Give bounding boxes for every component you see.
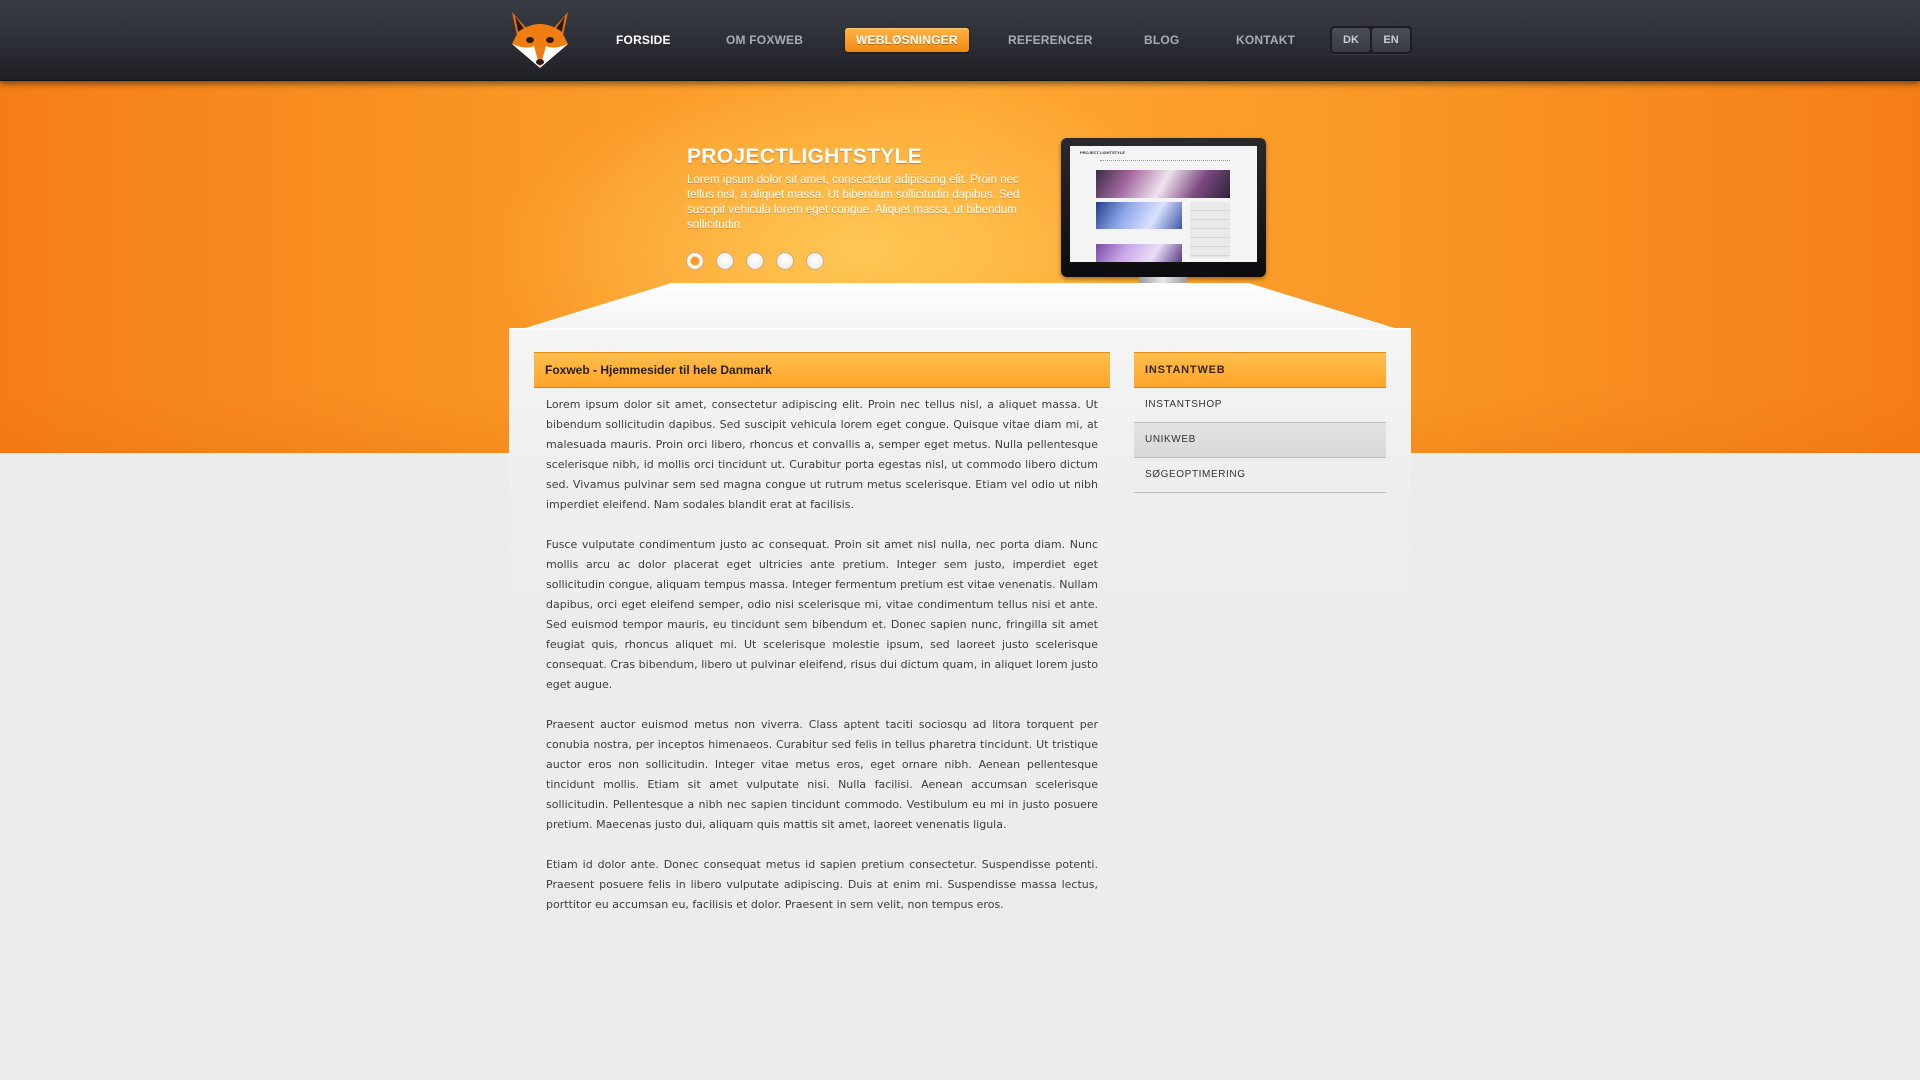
monitor-frame: PROJECT LIGHTSTYLE	[1061, 138, 1266, 277]
slider-dot-2[interactable]	[716, 252, 734, 270]
monitor-screen: PROJECT LIGHTSTYLE	[1070, 146, 1257, 262]
article-paragraph: Etiam id dolor ante. Donec consequat met…	[546, 858, 1098, 911]
article-paragraph: Praesent auctor euismod metus non viverr…	[546, 718, 1098, 831]
article-paragraph: Fusce vulputate condimentum justo ac con…	[546, 538, 1098, 691]
main-heading: Foxweb - Hjemmesider til hele Danmark	[534, 352, 1110, 388]
nav-forside[interactable]: FORSIDE	[616, 28, 671, 52]
nav-kontakt[interactable]: KONTAKT	[1236, 28, 1295, 52]
screen-sidebar	[1190, 202, 1230, 258]
sidebar-item-unikweb[interactable]: UNIKWEB	[1134, 423, 1386, 458]
language-dk-button[interactable]: DK	[1332, 28, 1370, 52]
sidebar-heading-instantweb[interactable]: INSTANTWEB	[1134, 352, 1386, 388]
screen-thumbnail-image	[1096, 202, 1182, 229]
slider-pagination	[686, 252, 824, 270]
sidebar-item-sogeoptimering[interactable]: SØGEOPTIMERING	[1134, 458, 1386, 493]
slider-dot-4[interactable]	[776, 252, 794, 270]
screen-banner-image	[1096, 170, 1230, 198]
main-article: Lorem ipsum dolor sit amet, consectetur …	[546, 395, 1098, 935]
page: FORSIDE OM FOXWEB WEBLØSNINGER REFERENCE…	[0, 0, 1920, 1080]
slider-dot-3[interactable]	[746, 252, 764, 270]
language-en-button[interactable]: EN	[1372, 28, 1410, 52]
sidebar-item-instantshop[interactable]: INSTANTSHOP	[1134, 388, 1386, 423]
screen-nav	[1100, 160, 1230, 163]
slider-dot-1[interactable]	[686, 252, 704, 270]
hero-description: Lorem ipsum dolor sit amet, consectetur …	[687, 174, 1020, 231]
language-switcher: DK EN	[1330, 26, 1412, 54]
nav-weblosninger[interactable]: WEBLØSNINGER	[845, 28, 969, 52]
fox-logo-icon[interactable]	[508, 10, 572, 70]
article-paragraph: Lorem ipsum dolor sit amet, consectetur …	[546, 398, 1098, 511]
top-navigation-bar: FORSIDE OM FOXWEB WEBLØSNINGER REFERENCE…	[0, 0, 1920, 81]
screen-site-title: PROJECT LIGHTSTYLE	[1080, 150, 1125, 155]
screen-thumbnail-image	[1096, 244, 1182, 262]
nav-blog[interactable]: BLOG	[1144, 28, 1179, 52]
hero-title: PROJECTLIGHTSTYLE	[687, 145, 922, 168]
nav-referencer[interactable]: REFERENCER	[1008, 28, 1093, 52]
slider-dot-5[interactable]	[806, 252, 824, 270]
nav-om-foxweb[interactable]: OM FOXWEB	[726, 28, 803, 52]
